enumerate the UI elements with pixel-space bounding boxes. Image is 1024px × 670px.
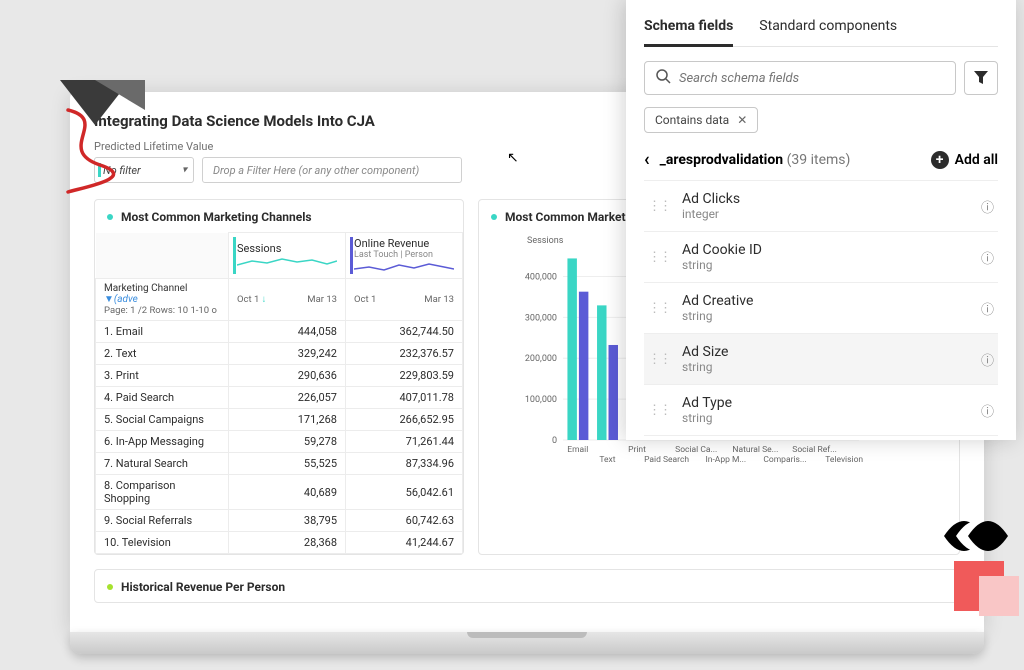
info-icon[interactable]: ⓘ <box>981 401 994 420</box>
info-icon[interactable]: ⓘ <box>981 197 994 216</box>
schema-field-item[interactable]: ⋮⋮ Ad Clicksinteger ⓘ <box>644 181 998 232</box>
tab-standard-components[interactable]: Standard components <box>759 12 897 46</box>
grip-icon: ⋮⋮ <box>648 301 670 316</box>
svg-text:Paid Search: Paid Search <box>644 455 689 465</box>
svg-text:Comparis...: Comparis... <box>763 455 806 465</box>
table-row[interactable]: 10. Television28,36841,244.67 <box>96 532 463 554</box>
svg-text:Text: Text <box>599 455 615 465</box>
table-row[interactable]: 1. Email444,058362,744.50 <box>96 321 463 343</box>
svg-text:In-App M...: In-App M... <box>705 455 746 465</box>
schema-field-item[interactable]: ⋮⋮ Ad Sizestring ⓘ <box>644 334 998 385</box>
close-icon[interactable]: ✕ <box>737 113 747 127</box>
table-row[interactable]: 5. Social Campaigns171,268266,652.95 <box>96 409 463 431</box>
table-row[interactable]: 9. Social Referrals38,79560,742.63 <box>96 510 463 532</box>
add-all-button[interactable]: + Add all <box>931 151 998 169</box>
grip-icon: ⋮⋮ <box>648 250 670 265</box>
back-button[interactable]: ‹ <box>644 149 650 170</box>
plus-icon: + <box>931 151 949 169</box>
filter-dropzone[interactable]: Drop a Filter Here (or any other compone… <box>202 157 462 183</box>
table-row[interactable]: 7. Natural Search55,52587,334.96 <box>96 453 463 475</box>
tab-schema-fields[interactable]: Schema fields <box>644 12 733 47</box>
table-row[interactable]: 3. Print290,636229,803.59 <box>96 365 463 387</box>
svg-text:Social Ref...: Social Ref... <box>792 445 837 455</box>
grip-icon: ⋮⋮ <box>648 403 670 418</box>
brand-logo <box>50 70 160 204</box>
chevron-down-icon: ▾ <box>182 165 187 176</box>
svg-text:Email: Email <box>567 445 588 455</box>
laptop-base <box>70 632 984 654</box>
panel3-title: Historical Revenue Per Person <box>121 580 285 594</box>
grip-icon: ⋮⋮ <box>648 352 670 367</box>
svg-text:Television: Television <box>825 455 863 465</box>
info-icon[interactable]: ⓘ <box>981 299 994 318</box>
svg-text:Social Ca...: Social Ca... <box>675 445 717 455</box>
channels-table: Sessions Online RevenueLast Touch | Pers… <box>95 232 463 554</box>
metric-revenue: Online Revenue <box>354 237 429 250</box>
schema-field-item[interactable]: ⋮⋮ Ad Typestring ⓘ <box>644 385 998 436</box>
folder-name: _aresprodvalidation <box>660 152 784 168</box>
svg-text:400,000: 400,000 <box>525 272 557 282</box>
search-box[interactable] <box>644 61 956 95</box>
search-icon <box>655 68 671 88</box>
svg-text:0: 0 <box>552 436 557 446</box>
dimension-label: Marketing Channel <box>104 283 187 294</box>
funnel-icon[interactable]: ▼ <box>104 294 114 305</box>
metric-sessions: Sessions <box>237 242 281 255</box>
table-row[interactable]: 6. In-App Messaging59,27871,261.44 <box>96 431 463 453</box>
schema-field-item[interactable]: ⋮⋮ Ad Cookie IDstring ⓘ <box>644 232 998 283</box>
table-row[interactable]: 8. Comparison Shopping40,68956,042.61 <box>96 475 463 510</box>
svg-text:Natural Se...: Natural Se... <box>732 445 778 455</box>
search-input[interactable] <box>679 71 945 86</box>
schema-fields-panel: Schema fields Standard components Contai… <box>626 0 1016 440</box>
grip-icon: ⋮⋮ <box>648 199 670 214</box>
info-icon[interactable]: ⓘ <box>981 248 994 267</box>
svg-text:100,000: 100,000 <box>525 395 557 405</box>
table-row[interactable]: 4. Paid Search226,057407,011.78 <box>96 387 463 409</box>
decorative-graphic <box>944 506 1024 620</box>
schema-field-item[interactable]: ⋮⋮ Ad Creativestring ⓘ <box>644 283 998 334</box>
funnel-icon <box>974 71 988 85</box>
svg-text:Print: Print <box>628 445 646 455</box>
panel1-title: Most Common Marketing Channels <box>121 210 312 224</box>
filter-chip-contains-data[interactable]: Contains data✕ <box>644 107 758 133</box>
table-row[interactable]: 2. Text329,242232,376.57 <box>96 343 463 365</box>
svg-text:200,000: 200,000 <box>525 354 557 364</box>
info-icon[interactable]: ⓘ <box>981 350 994 369</box>
filter-button[interactable] <box>964 61 998 95</box>
svg-text:300,000: 300,000 <box>525 313 557 323</box>
